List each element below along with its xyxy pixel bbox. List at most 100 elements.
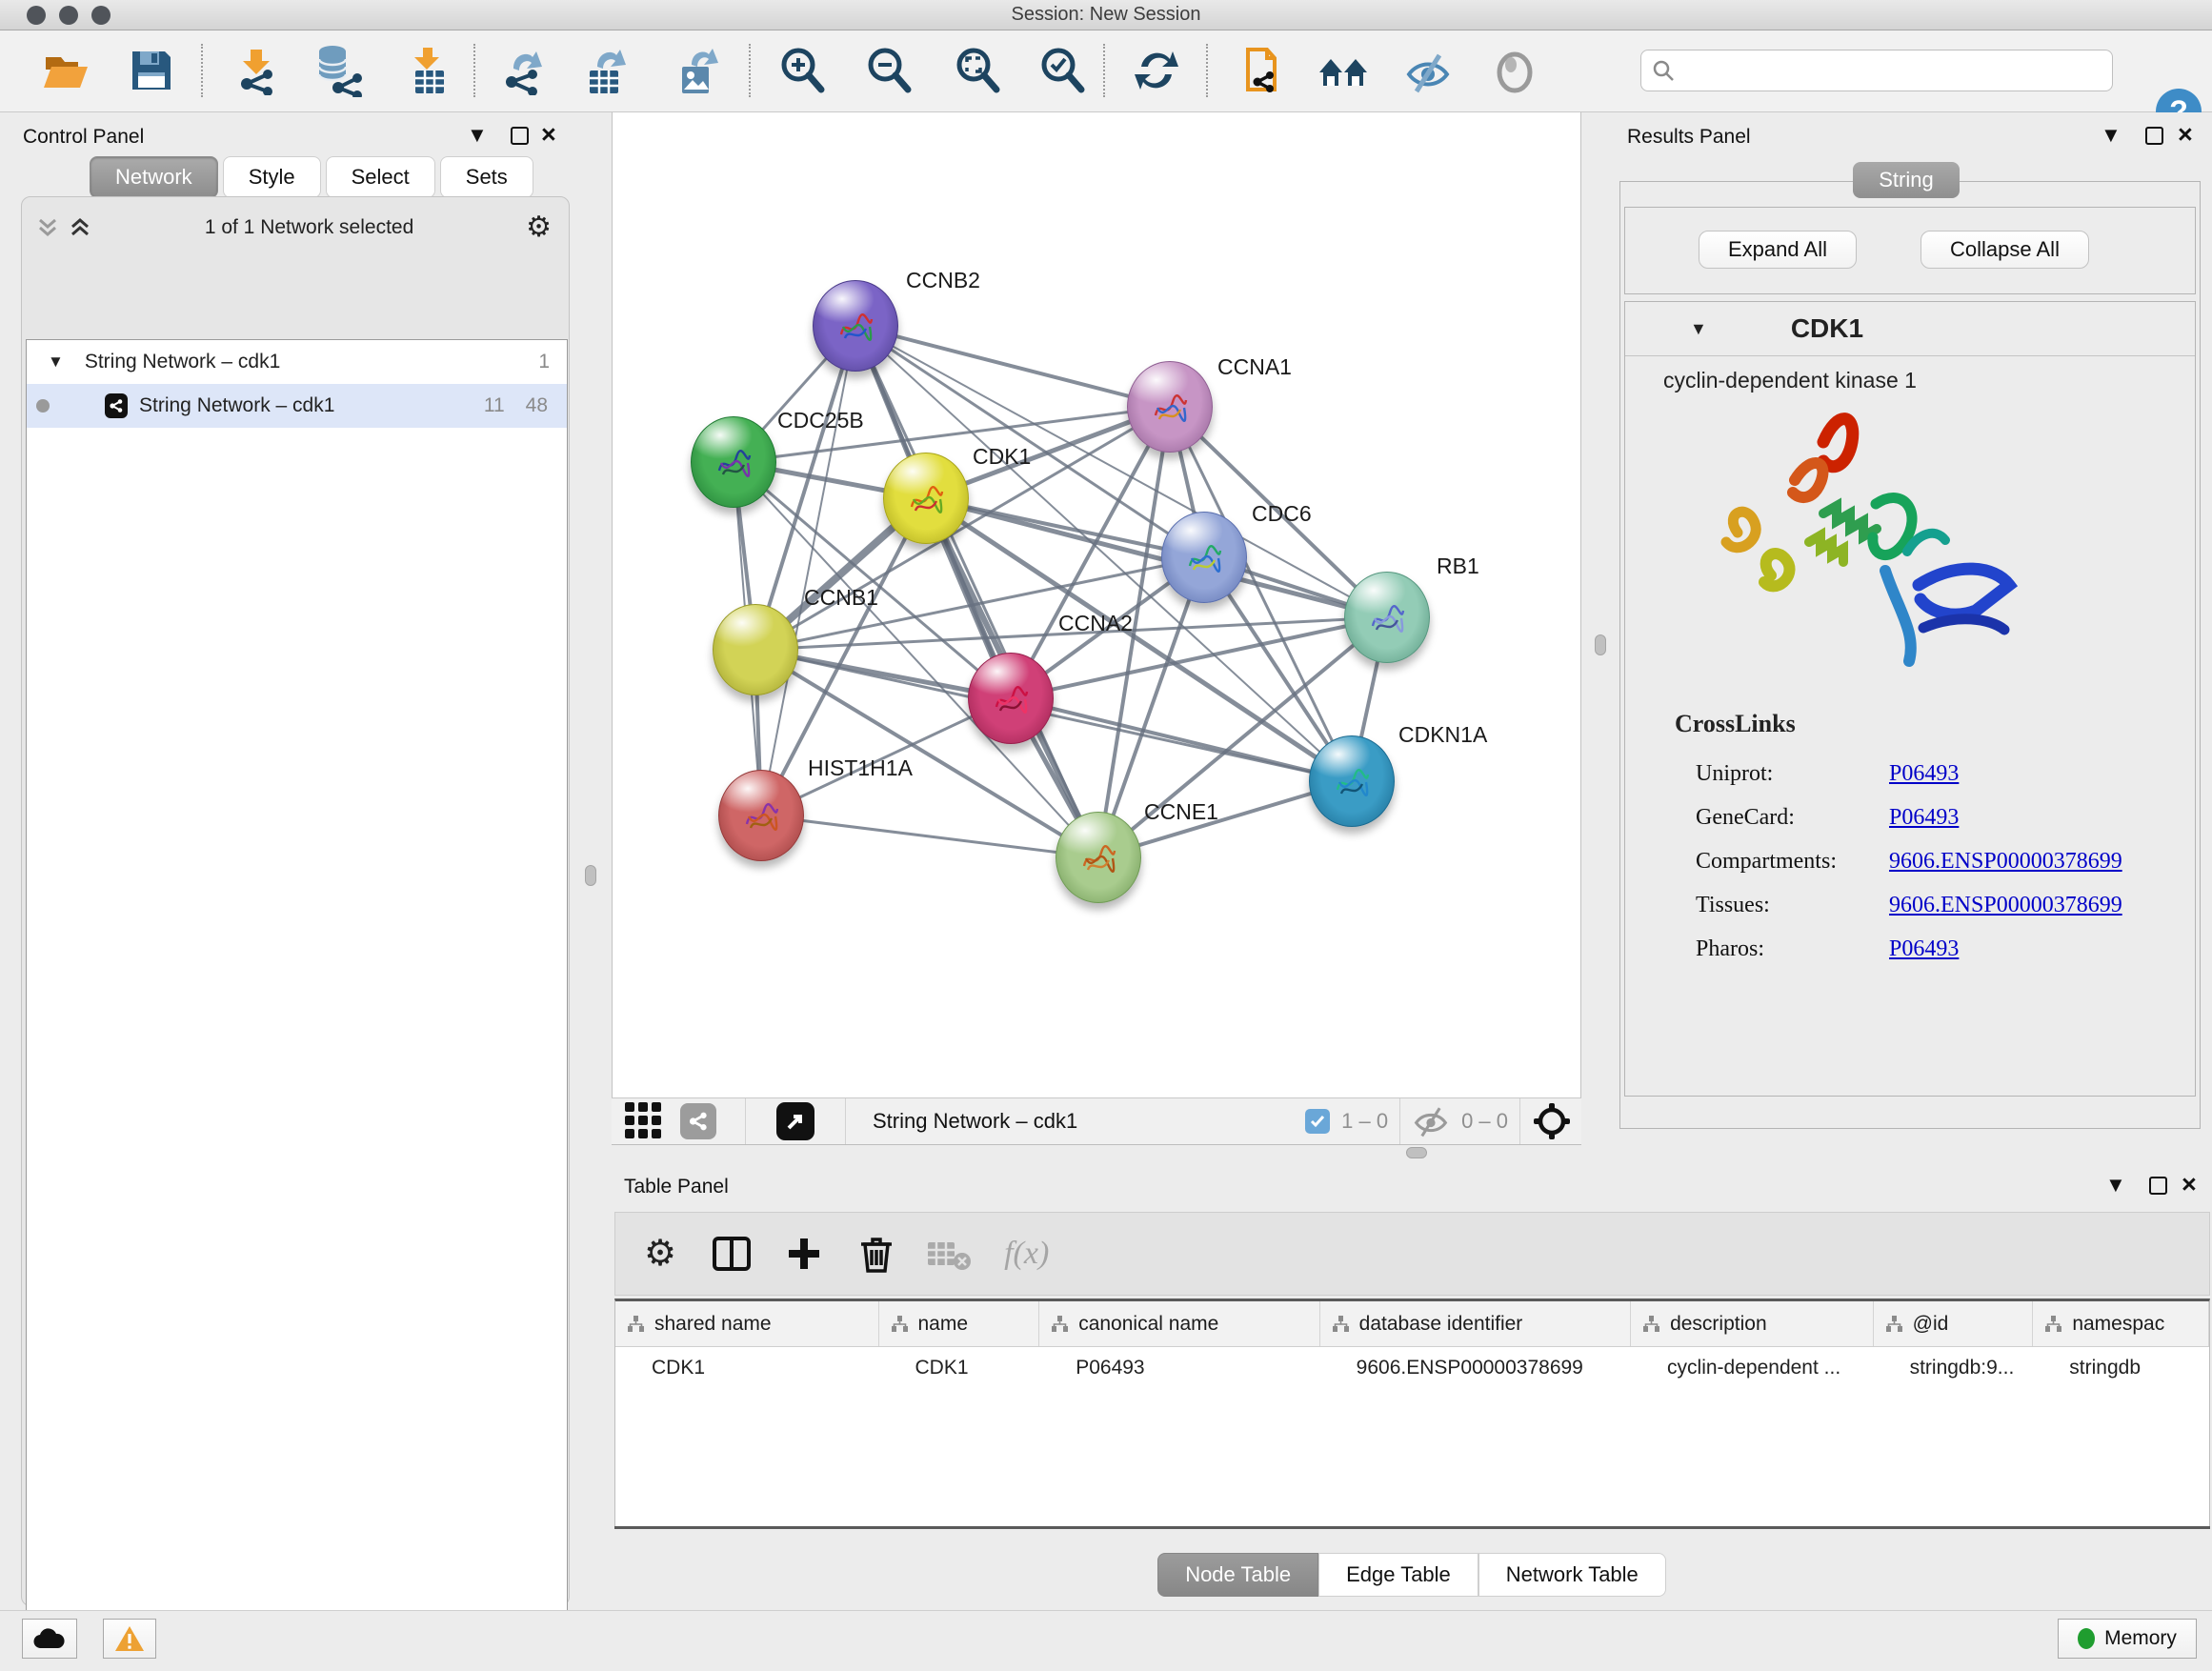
panel-float-icon[interactable] [511,127,529,145]
table-cell[interactable]: cyclin-dependent ... [1631,1347,1874,1389]
collection-expand-icon[interactable]: ▼ [48,352,64,372]
expand-all-icon[interactable] [68,215,92,240]
tab-string[interactable]: String [1853,162,1960,198]
table-cell[interactable]: CDK1 [878,1347,1039,1389]
left-splitter[interactable] [572,112,612,1610]
network-node-cdkn1a[interactable] [1309,735,1395,827]
delete-column-icon[interactable] [857,1233,895,1275]
zoom-selected-icon[interactable] [1036,44,1089,97]
expand-all-button[interactable]: Expand All [1699,231,1857,269]
network-node-ccne1[interactable] [1056,812,1141,903]
save-session-icon[interactable] [125,44,178,97]
section-collapse-icon[interactable]: ▼ [1690,319,1707,339]
crosslink-link[interactable]: P06493 [1889,936,1959,962]
panel-close-icon[interactable]: × [541,125,556,144]
network-node-hist1h1a[interactable] [718,770,804,861]
crosslink-link[interactable]: 9606.ENSP00000378699 [1889,893,2122,918]
table-row[interactable]: CDK1CDK1P064939606.ENSP00000378699cyclin… [615,1347,2209,1389]
share-file-icon[interactable] [1237,44,1290,97]
export-network-icon[interactable] [498,44,552,97]
tab-network-table[interactable]: Network Table [1478,1553,1666,1597]
panel-float-icon[interactable] [2149,1177,2167,1195]
panel-collapse-icon[interactable]: ▼ [467,126,488,145]
table-cell[interactable]: CDK1 [615,1347,878,1389]
network-node-ccnb1[interactable] [713,604,798,695]
column-header[interactable]: canonical name [1039,1301,1319,1346]
network-node-cdc6[interactable] [1161,512,1247,603]
network-collection-row[interactable]: ▼ String Network – cdk1 1 [27,340,567,384]
splitter-grip[interactable] [1595,634,1606,655]
crosslink-link[interactable]: P06493 [1889,761,1959,787]
panel-close-icon[interactable]: × [2182,1175,2197,1194]
zoom-out-icon[interactable] [862,44,915,97]
home-networks-icon[interactable] [1317,44,1371,97]
network-options-gear-icon[interactable]: ⚙ [526,213,552,242]
column-header[interactable]: description [1631,1301,1874,1346]
table-options-gear-icon[interactable]: ⚙ [644,1236,676,1272]
detach-view-icon[interactable] [776,1102,814,1140]
horizontal-splitter[interactable] [612,1145,2212,1170]
tab-select[interactable]: Select [326,156,435,198]
crosslink-label: Uniprot: [1696,761,1889,787]
table-cell[interactable]: stringdb:9... [1874,1347,2034,1389]
table-cell[interactable]: stringdb [2033,1347,2209,1389]
network-list-header: 1 of 1 Network selected ⚙ [26,205,565,251]
tab-edge-table[interactable]: Edge Table [1318,1553,1478,1597]
network-node-ccna2[interactable] [968,653,1054,744]
network-node-cdc25b[interactable] [691,416,776,508]
create-column-icon[interactable] [785,1235,823,1273]
grid-view-icon[interactable] [621,1097,667,1147]
export-image-icon[interactable] [673,44,726,97]
network-row[interactable]: String Network – cdk1 11 48 [27,384,567,428]
show-eye-icon[interactable] [1488,44,1541,97]
network-node-ccnb2[interactable] [813,280,898,372]
network-edge-count: 48 [526,394,548,417]
network-canvas[interactable]: CCNB2CCNA1CDC25BCDK1CDC6RB1CCNB1CCNA2CDK… [612,112,1581,1097]
panel-collapse-icon[interactable]: ▼ [2105,1176,2126,1195]
zoom-fit-icon[interactable] [951,44,1004,97]
open-session-icon[interactable] [38,44,91,97]
selected-checkbox-icon[interactable] [1305,1109,1330,1134]
collapse-all-button[interactable]: Collapse All [1920,231,2089,269]
column-header[interactable]: @id [1874,1301,2034,1346]
network-node-rb1[interactable] [1344,572,1430,663]
collapse-all-icon[interactable] [35,215,60,240]
crosslink-link[interactable]: 9606.ENSP00000378699 [1889,849,2122,875]
panel-close-icon[interactable]: × [2178,125,2193,144]
table-cell[interactable]: 9606.ENSP00000378699 [1320,1347,1631,1389]
column-type-icon [1051,1315,1069,1333]
table-cell[interactable]: P06493 [1039,1347,1319,1389]
search-box[interactable] [1640,50,2113,91]
import-network-database-icon[interactable] [312,44,365,97]
right-splitter[interactable] [1581,112,1621,1145]
cloud-button[interactable] [22,1619,77,1659]
tab-node-table[interactable]: Node Table [1157,1553,1318,1597]
show-columns-icon[interactable] [711,1233,753,1275]
network-node-ccna1[interactable] [1127,361,1213,453]
column-header[interactable]: name [879,1301,1040,1346]
fit-selected-icon[interactable] [1532,1101,1572,1141]
warnings-button[interactable] [103,1619,156,1659]
column-header[interactable]: namespac [2033,1301,2209,1346]
import-table-icon[interactable] [402,44,455,97]
network-node-cdk1[interactable] [883,453,969,544]
memory-button[interactable]: Memory [2058,1619,2197,1659]
hide-unhide-icon[interactable] [1401,44,1455,97]
splitter-grip[interactable] [1406,1147,1427,1158]
column-header[interactable]: database identifier [1320,1301,1631,1346]
import-network-file-icon[interactable] [230,44,283,97]
column-header[interactable]: shared name [615,1301,879,1346]
tab-style[interactable]: Style [223,156,321,198]
splitter-grip[interactable] [585,865,596,886]
panel-float-icon[interactable] [2145,127,2163,145]
tab-sets[interactable]: Sets [440,156,533,198]
gene-section-header[interactable]: ▼ CDK1 [1625,302,2195,356]
export-table-icon[interactable] [580,44,633,97]
refresh-layout-icon[interactable] [1130,44,1183,97]
crosslink-link[interactable]: P06493 [1889,805,1959,831]
search-input[interactable] [1676,59,2112,83]
tab-network[interactable]: Network [90,156,218,198]
panel-collapse-icon[interactable]: ▼ [2101,126,2122,145]
zoom-in-icon[interactable] [775,44,829,97]
birdseye-view-icon[interactable] [680,1103,716,1139]
